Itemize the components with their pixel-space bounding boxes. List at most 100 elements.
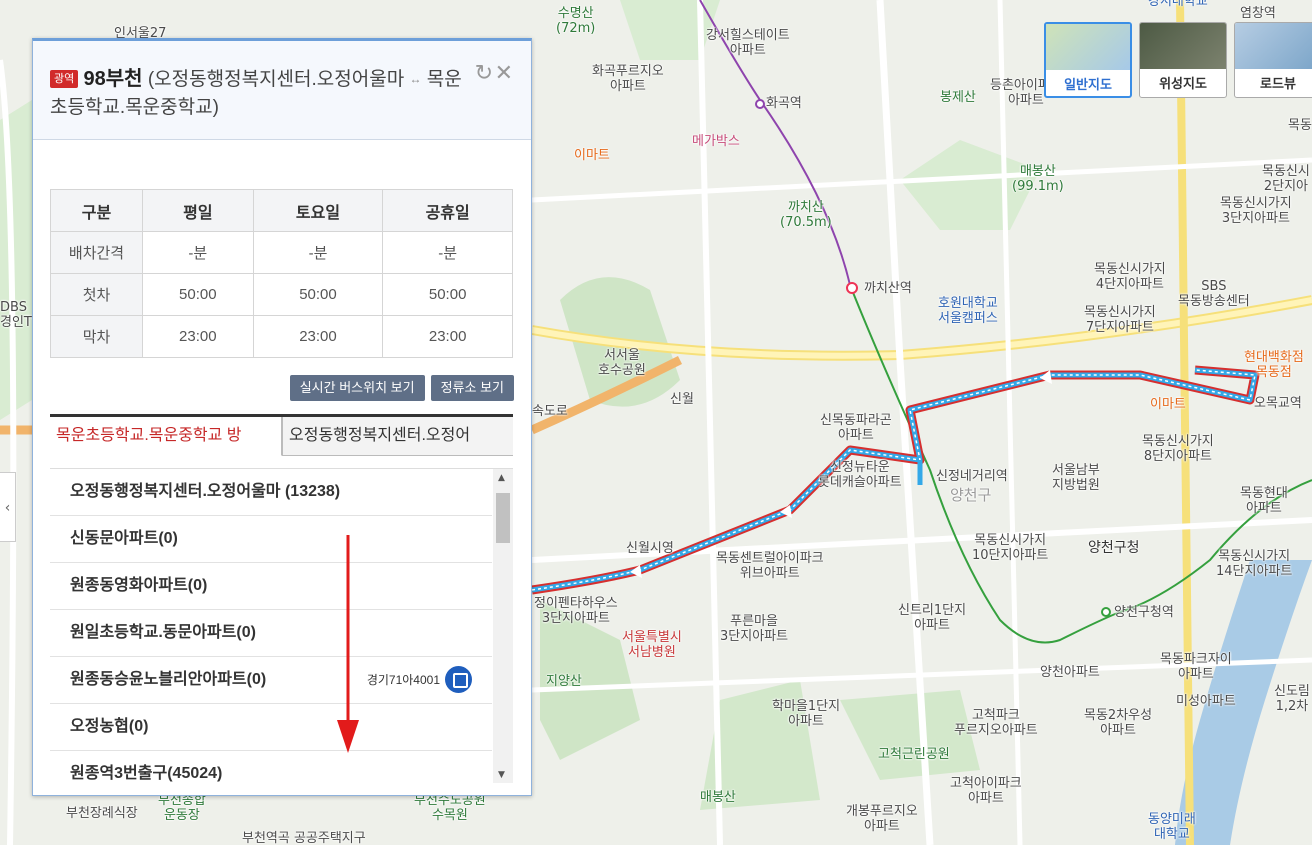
map-label-expressway: 속도로 bbox=[532, 404, 568, 419]
schedule-table: 구분 평일 토요일 공휴일 배차간격 -분 -분 -분 첫차 50:00 50:… bbox=[50, 189, 513, 358]
map-label-bucheon-stadium: 부천종합 운동장 bbox=[158, 793, 206, 823]
map-type-roadview-button[interactable]: 로드뷰 bbox=[1234, 22, 1312, 98]
list-item[interactable]: 오정동행정복지센터.오정어울마 (13238) bbox=[50, 469, 492, 516]
map-label-omokgyo-station: 오목교역 bbox=[1254, 396, 1302, 411]
map-label-gangseo-univ: 강서대학교 bbox=[1148, 0, 1208, 9]
route-number: 98부천 bbox=[83, 68, 143, 90]
tab-direction-mokun[interactable]: 목운초등학교.목운중학교 방 bbox=[50, 417, 282, 456]
schedule-cell: 50:00 bbox=[382, 273, 513, 316]
map-label-megabox: 메가박스 bbox=[692, 134, 740, 149]
list-item[interactable]: 원종동영화아파트(0) bbox=[50, 563, 492, 610]
map-label-gocheok-ipark: 고척아이파크 아파트 bbox=[950, 776, 1022, 806]
schedule-row-label: 첫차 bbox=[50, 273, 143, 316]
map-label-mokdong-hyundai: 목동현대 아파트 bbox=[1240, 486, 1288, 516]
route-origin: (오정동행정복지센터.오정어울마 bbox=[147, 69, 405, 90]
map-label-sindorim: 신도림 1,2차 bbox=[1274, 684, 1310, 714]
map-label-mokdong-10: 목동신시가지 10단지아파트 bbox=[972, 533, 1049, 563]
map-label-jeongi-penta: 정이펜타하우스 3단지아파트 bbox=[534, 596, 618, 626]
schedule-header: 공휴일 bbox=[382, 189, 513, 232]
list-item[interactable]: 오정농협(0) bbox=[50, 704, 492, 751]
panel-collapse-button[interactable]: ‹ bbox=[0, 472, 16, 542]
map-label-mokdong-2cha: 목동2차우성 아파트 bbox=[1084, 708, 1153, 738]
map-label-yangcheon-gu: 양천구 bbox=[950, 486, 992, 504]
view-stops-button[interactable]: 정류소 보기 bbox=[430, 375, 514, 401]
map-label-hakmaeul: 학마을1단지 아파트 bbox=[772, 699, 841, 729]
bus-icon[interactable] bbox=[445, 666, 472, 693]
map-label-gocheok-park-apt: 고척파크 푸르지오아파트 bbox=[954, 708, 1038, 738]
map-type-roadview-thumbnail bbox=[1235, 23, 1312, 69]
map-label-kkachisan: 까치산 (70.5m) bbox=[780, 200, 832, 230]
refresh-icon[interactable]: ↻ bbox=[475, 61, 493, 86]
map-label-dongyang: 동양미래 대학교 bbox=[1148, 812, 1196, 842]
schedule-row: 배차간격 -분 -분 -분 bbox=[50, 231, 513, 274]
map-label-suymyeongsan: 수명산 (72m) bbox=[556, 6, 596, 36]
direction-tabs: 목운초등학교.목운중학교 방 오정동행정복지센터.오정어 bbox=[50, 414, 513, 456]
map-label-bucheon-water: 부천수도공원 수목원 bbox=[414, 793, 486, 823]
stop-name: 오정동행정복지센터.오정어울마 (13238) bbox=[70, 483, 341, 500]
schedule-cell: 50:00 bbox=[252, 273, 384, 316]
map-label-yeomchang: 염창역 bbox=[1240, 6, 1276, 21]
list-item[interactable]: 원종동승윤노블리안아파트(0) 경기71아4001 bbox=[50, 657, 492, 704]
panel-header: 광역 98부천 (오정동행정복지센터.오정어울마 ↔ 목운초등학교.목운중학교)… bbox=[33, 41, 531, 140]
map-label-bongjesan: 봉제산 bbox=[940, 90, 976, 105]
stop-name: 원종동영화아파트(0) bbox=[70, 577, 208, 594]
map-type-normal-button[interactable]: 일반지도 bbox=[1044, 22, 1132, 98]
stop-name: 원종동승윤노블리안아파트(0) bbox=[70, 671, 267, 688]
stop-list-scrollbar[interactable]: ▲ ▼ bbox=[493, 469, 513, 783]
map-label-gocheok-park: 고척근린공원 bbox=[878, 747, 950, 762]
map-label-sinwol-ic: 신월 bbox=[670, 392, 694, 407]
map-type-roadview-label: 로드뷰 bbox=[1260, 76, 1296, 91]
map-label-seoseoul: 서서울 호수공원 bbox=[598, 348, 646, 378]
map-label-seoul-court: 서울남부 지방법원 bbox=[1052, 463, 1100, 493]
scroll-up-icon[interactable]: ▲ bbox=[498, 473, 505, 483]
stop-name: 신동문아파트(0) bbox=[70, 530, 178, 547]
scroll-down-icon[interactable]: ▼ bbox=[498, 770, 505, 780]
map-label-maebongsan: 매봉산 (99.1m) bbox=[1012, 164, 1064, 194]
map-label-sintri: 신트리1단지 아파트 bbox=[898, 603, 967, 633]
map-label-hyundai-dept: 현대백화점 목동점 bbox=[1244, 350, 1304, 380]
chevron-left-icon: ‹ bbox=[4, 500, 11, 516]
scrollbar-thumb[interactable] bbox=[496, 493, 510, 543]
map-label-mokdong-14: 목동신시가지 14단지아파트 bbox=[1216, 549, 1293, 579]
schedule-cell: 23:00 bbox=[142, 315, 254, 358]
map-label-yangcheon-station: 양천구청역 bbox=[1114, 605, 1174, 620]
list-item[interactable]: 원일초등학교.동문아파트(0) bbox=[50, 610, 492, 657]
close-icon[interactable]: ✕ bbox=[495, 61, 513, 86]
map-label-emart-1: 이마트 bbox=[574, 148, 610, 163]
map-label-sinmok-paragon: 신목동파라곤 아파트 bbox=[820, 413, 892, 443]
map-label-gangseo-hill: 강서힐스테이트 아파트 bbox=[706, 28, 790, 58]
schedule-header-row: 구분 평일 토요일 공휴일 bbox=[50, 189, 513, 232]
route-title: 광역 98부천 (오정동행정복지센터.오정어울마 ↔ 목운초등학교.목운중학교) bbox=[50, 65, 471, 122]
map-label-jiyangsan: 지양산 bbox=[546, 674, 582, 689]
annotation-arrow-icon bbox=[337, 535, 359, 753]
map-label-mokdong-4: 목동신시가지 4단지아파트 bbox=[1094, 262, 1166, 292]
schedule-row-label: 배차간격 bbox=[50, 231, 143, 274]
tab-direction-ojeong[interactable]: 오정동행정복지센터.오정어 bbox=[282, 417, 513, 455]
map-type-normal-label: 일반지도 bbox=[1064, 77, 1112, 92]
schedule-row: 막차 23:00 23:00 23:00 bbox=[50, 315, 513, 358]
stop-list[interactable]: 오정동행정복지센터.오정어울마 (13238) 신동문아파트(0) 원종동영화아… bbox=[50, 468, 513, 783]
bidirectional-arrow-icon: ↔ bbox=[409, 72, 422, 86]
schedule-header: 토요일 bbox=[252, 189, 384, 232]
map-type-satellite-button[interactable]: 위성지도 bbox=[1139, 22, 1227, 98]
schedule-row-label: 막차 bbox=[50, 315, 143, 358]
stop-name: 원일초등학교.동문아파트(0) bbox=[70, 624, 256, 641]
list-item[interactable]: 원종역3번출구(45024) bbox=[50, 751, 492, 783]
map-label-mokdong-right: 목동 bbox=[1288, 118, 1312, 133]
map-label-maebongsan-2: 매봉산 bbox=[700, 790, 736, 805]
realtime-bus-location-button[interactable]: 실시간 버스위치 보기 bbox=[289, 375, 425, 401]
map-label-mokdong-central: 목동센트럴아이파크 위브아파트 bbox=[716, 551, 824, 581]
map-label-mokdong-3: 목동신시가지 3단지아파트 bbox=[1220, 196, 1292, 226]
schedule-cell: 50:00 bbox=[142, 273, 254, 316]
map-label-bucheon-public: 부천역곡 공공주택지구 bbox=[242, 831, 366, 845]
schedule-row: 첫차 50:00 50:00 50:00 bbox=[50, 273, 513, 316]
map-type-satellite-thumbnail bbox=[1140, 23, 1226, 69]
schedule-header: 구분 bbox=[50, 189, 143, 232]
map-label-sinwolsi: 신월시영 bbox=[626, 541, 674, 556]
list-item[interactable]: 신동문아파트(0) bbox=[50, 516, 492, 563]
action-buttons: 실시간 버스위치 보기 정류소 보기 bbox=[289, 375, 514, 401]
schedule-cell: 23:00 bbox=[382, 315, 513, 358]
schedule-cell: 23:00 bbox=[252, 315, 384, 358]
schedule-cell: -분 bbox=[382, 231, 513, 274]
map-label-seoul-hospital: 서울특별시 서남병원 bbox=[622, 630, 682, 660]
